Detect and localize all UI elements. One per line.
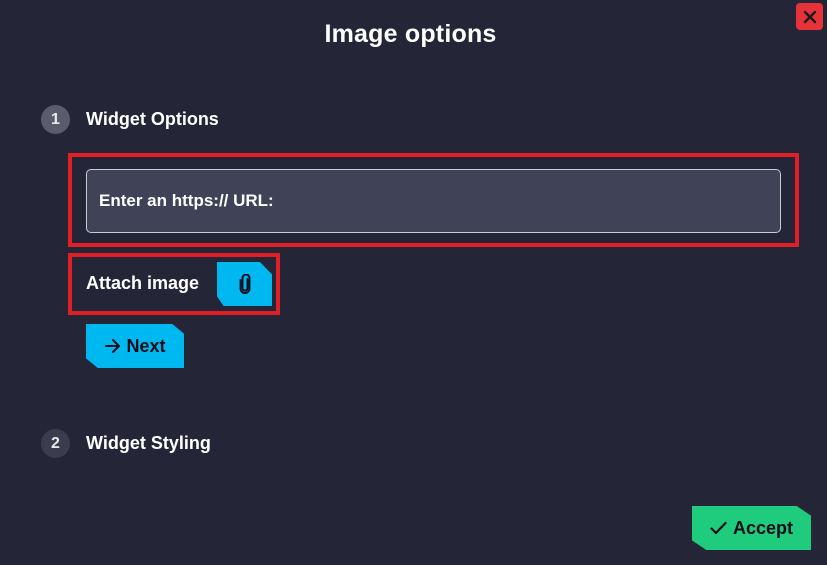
url-input-placeholder: Enter an https:// URL: (99, 191, 274, 210)
step-widget-styling[interactable]: 2 Widget Styling (41, 429, 211, 458)
close-x-icon (803, 10, 816, 23)
url-input[interactable]: Enter an https:// URL: (86, 169, 781, 233)
step-label: Widget Styling (86, 433, 211, 453)
paperclip-icon (239, 274, 250, 294)
accept-button-label: Accept (732, 517, 794, 538)
step-number-badge: 1 (41, 105, 70, 134)
attach-image-button[interactable] (217, 262, 272, 306)
attach-image-label: Attach image (86, 273, 200, 293)
checkmark-icon (710, 521, 727, 535)
next-button-label: Next (126, 335, 166, 356)
step-number-badge: 2 (41, 429, 70, 458)
arrow-right-icon (104, 338, 122, 354)
close-button[interactable] (796, 3, 823, 30)
step-widget-options[interactable]: 1 Widget Options (41, 105, 219, 134)
dialog-title: Image options (324, 20, 497, 48)
accept-button[interactable]: Accept (692, 506, 811, 550)
step-label: Widget Options (86, 109, 219, 129)
image-options-dialog: Image options 1 Widget Options Enter an … (0, 0, 827, 565)
next-button[interactable]: Next (86, 324, 184, 368)
